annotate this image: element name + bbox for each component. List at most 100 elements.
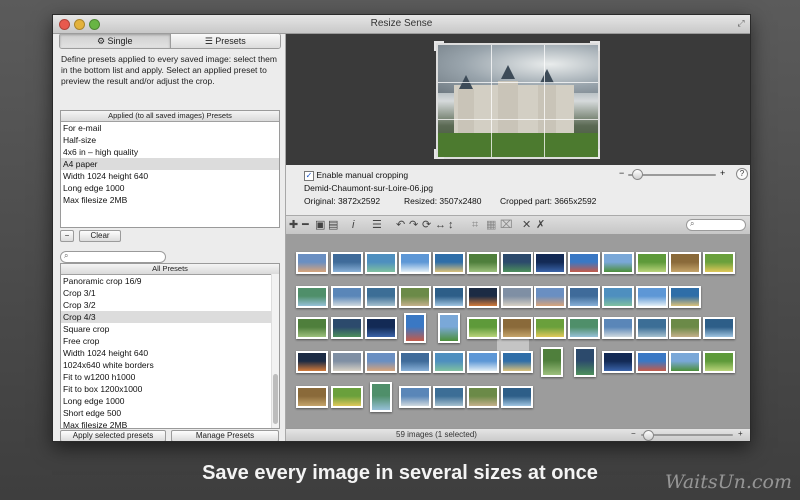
collapse-icon[interactable]: ✗ — [536, 218, 545, 232]
image-thumbnail[interactable] — [467, 286, 499, 308]
image-thumbnail[interactable] — [433, 286, 465, 308]
preset-item[interactable]: Crop 3/1 — [61, 287, 279, 299]
preset-item[interactable]: Fit to box 1200x1000 — [61, 383, 279, 395]
thumb-size-decrease[interactable]: − — [631, 429, 636, 438]
filter-icon[interactable]: ▦ — [486, 218, 496, 232]
image-thumbnail[interactable] — [501, 286, 533, 308]
image-thumbnail[interactable] — [365, 317, 397, 339]
thumbnail-size-knob[interactable] — [643, 430, 655, 441]
close-window-button[interactable] — [59, 19, 70, 30]
rotate-left-icon[interactable]: ↶ — [396, 218, 405, 232]
image-thumbnail[interactable] — [669, 286, 701, 308]
image-thumbnail[interactable] — [467, 317, 499, 339]
minimize-window-button[interactable] — [74, 19, 85, 30]
image-thumbnail[interactable] — [602, 317, 634, 339]
image-thumbnail[interactable] — [365, 351, 397, 373]
image-thumbnail[interactable] — [331, 351, 363, 373]
preset-item[interactable]: Fit to w1200 h1000 — [61, 371, 279, 383]
apply-selected-presets-button[interactable]: Apply selected presets — [60, 430, 166, 441]
image-thumbnail[interactable] — [602, 351, 634, 373]
fullscreen-icon[interactable]: ⤢ — [736, 18, 746, 28]
image-thumbnail[interactable] — [541, 347, 563, 377]
image-thumbnail[interactable] — [568, 317, 600, 339]
crop-handle-top-right[interactable] — [590, 41, 600, 51]
thumb-size-increase[interactable]: + — [738, 429, 743, 438]
image-thumbnail[interactable] — [602, 252, 634, 274]
remove-preset-button[interactable]: − — [60, 230, 74, 242]
image-thumbnail[interactable] — [296, 386, 328, 408]
rotate-right-icon[interactable]: ↷ — [409, 218, 418, 232]
image-thumbnail[interactable] — [636, 252, 668, 274]
presets-scroll-thumb[interactable] — [273, 374, 278, 424]
image-thumbnail[interactable] — [370, 382, 392, 412]
preset-item[interactable]: Short edge 500 — [61, 407, 279, 419]
image-thumbnail[interactable] — [636, 317, 668, 339]
image-thumbnail[interactable] — [669, 252, 701, 274]
manual-crop-checkbox[interactable]: ✓ — [304, 170, 314, 181]
applied-preset-item[interactable]: For e-mail — [61, 122, 279, 134]
image-thumbnail[interactable] — [433, 386, 465, 408]
preview-photo[interactable] — [436, 43, 600, 159]
crop-handle-bottom-right[interactable] — [590, 149, 600, 159]
image-thumbnail[interactable] — [574, 347, 596, 377]
preview-zoom-knob[interactable] — [631, 169, 643, 180]
image-thumbnail[interactable] — [296, 286, 328, 308]
save-icon[interactable]: ▣ — [315, 218, 325, 232]
preset-item[interactable]: Max filesize 2MB — [61, 419, 279, 428]
add-icon[interactable]: ✚ — [289, 218, 298, 232]
image-thumbnail[interactable] — [703, 252, 735, 274]
rotate-icon[interactable]: ⟳ — [422, 218, 431, 232]
manage-presets-button[interactable]: Manage Presets — [171, 430, 279, 441]
image-thumbnail[interactable] — [296, 317, 328, 339]
image-thumbnail[interactable] — [296, 351, 328, 373]
image-thumbnail[interactable] — [534, 317, 566, 339]
image-thumbnail[interactable] — [602, 286, 634, 308]
applied-preset-item[interactable]: Max filesize 2MB — [61, 194, 279, 206]
image-thumbnail[interactable] — [433, 252, 465, 274]
image-search-input[interactable]: ⌕ — [686, 219, 746, 231]
applied-preset-item[interactable]: Long edge 1000 — [61, 182, 279, 194]
preset-search-input[interactable]: ⌕ — [60, 251, 166, 263]
image-thumbnail[interactable] — [534, 252, 566, 274]
preset-item[interactable]: Crop 4/3 — [61, 311, 279, 323]
stamp-icon[interactable]: ⌧ — [500, 218, 513, 232]
image-thumbnail[interactable] — [568, 286, 600, 308]
image-thumbnail[interactable] — [399, 252, 431, 274]
clear-button[interactable]: Clear — [79, 230, 121, 242]
remove-icon[interactable]: ━ — [302, 218, 309, 232]
tab-presets[interactable]: ☰ Presets — [169, 34, 280, 48]
image-thumbnail[interactable] — [636, 286, 668, 308]
image-thumbnail[interactable] — [365, 286, 397, 308]
preset-item[interactable]: Panoramic crop 16/9 — [61, 275, 279, 287]
image-thumbnail[interactable] — [438, 313, 460, 343]
preset-item[interactable]: 1024x640 white borders — [61, 359, 279, 371]
thumbnail-size-slider[interactable] — [641, 434, 733, 436]
preset-item[interactable]: Long edge 1000 — [61, 395, 279, 407]
image-thumbnail[interactable] — [399, 351, 431, 373]
preset-item[interactable]: Width 1024 height 640 — [61, 347, 279, 359]
zoom-window-button[interactable] — [89, 19, 100, 30]
image-thumbnail[interactable] — [404, 313, 426, 343]
image-thumbnail[interactable] — [636, 351, 668, 373]
image-thumbnail[interactable] — [669, 351, 701, 373]
image-thumbnail[interactable] — [467, 252, 499, 274]
image-thumbnail[interactable] — [467, 386, 499, 408]
crop-handle-top-left[interactable] — [434, 41, 444, 51]
image-thumbnail[interactable] — [568, 252, 600, 274]
image-thumbnail[interactable] — [669, 317, 701, 339]
image-thumbnail[interactable] — [703, 317, 735, 339]
image-thumbnail[interactable] — [501, 252, 533, 274]
image-thumbnail[interactable] — [296, 252, 328, 274]
presets-scrollbar[interactable] — [271, 274, 279, 428]
flip-horizontal-icon[interactable]: ↔ — [435, 218, 446, 232]
crop-handle-bottom-left[interactable] — [434, 149, 444, 159]
applied-preset-item[interactable]: 4x6 in – high quality — [61, 146, 279, 158]
list-icon[interactable]: ☰ — [372, 218, 382, 232]
info-icon[interactable]: i — [352, 218, 354, 232]
preset-item[interactable]: Free crop — [61, 335, 279, 347]
image-thumbnail[interactable] — [467, 351, 499, 373]
tab-single[interactable]: ⚙ Single — [60, 34, 170, 48]
preset-item[interactable]: Square crop — [61, 323, 279, 335]
image-thumbnail[interactable] — [365, 252, 397, 274]
image-thumbnail[interactable] — [331, 252, 363, 274]
